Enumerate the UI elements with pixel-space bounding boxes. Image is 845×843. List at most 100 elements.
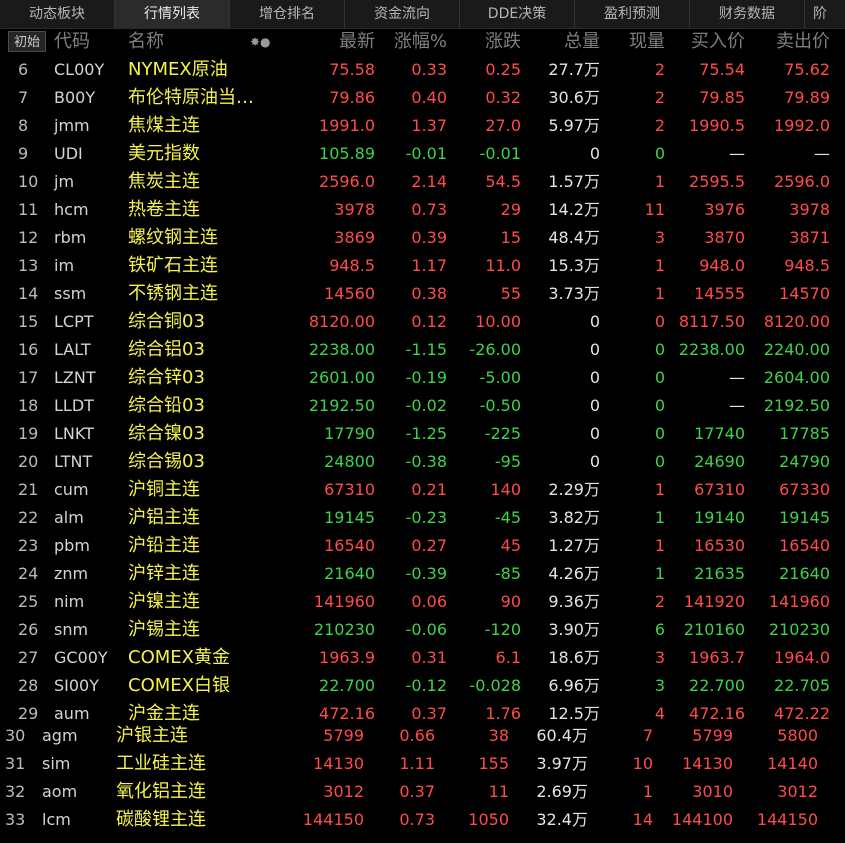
cell-pct: -0.01	[405, 144, 447, 163]
cell-bid: —	[729, 396, 745, 415]
cell-last: 79.86	[329, 88, 375, 107]
cell-code: im	[54, 256, 75, 275]
table-row[interactable]: 30 agm 沪银主连 5799 0.66 38 60.4万 7 5799 5800	[0, 722, 845, 750]
table-row[interactable]: 10 jm 焦炭主连 2596.0 2.14 54.5 1.57万 1 2595.5 2596.0	[0, 168, 845, 196]
cell-last: 67310	[324, 480, 375, 499]
cell-pct: 0.38	[411, 284, 447, 303]
table-row[interactable]: 33 lcm 碳酸锂主连 144150 0.73 1050 32.4万 14 144100 144…	[0, 806, 845, 834]
cell-pct: 0.37	[399, 782, 435, 801]
cell-volume: 9.36万	[548, 592, 600, 611]
table-row[interactable]: 22 alm 沪铝主连 19145 -0.23 -45 3.82万 1 19140 19145	[0, 504, 845, 532]
cell-name: 综合锡03	[128, 451, 205, 472]
tab-2[interactable]: 增仓排名	[230, 0, 345, 28]
cell-bid: 14130	[682, 754, 733, 773]
col-volume-header[interactable]: 总量	[564, 29, 600, 55]
cell-bid: 1963.7	[689, 648, 745, 667]
table-row[interactable]: 12 rbm 螺纹钢主连 3869 0.39 15 48.4万 3 3870 3871	[0, 224, 845, 252]
tab-6[interactable]: 财务数据	[690, 0, 805, 28]
quote-table-overlay: 30 agm 沪银主连 5799 0.66 38 60.4万 7 5799 5800 31 sim 工业…	[0, 722, 845, 843]
table-row[interactable]: 16 LALT 综合铝03 2238.00 -1.15 -26.00 0 0 2238.00 22…	[0, 336, 845, 364]
cell-cur: 2	[654, 60, 665, 79]
cell-code: LTNT	[54, 452, 93, 471]
cell-pct: 0.40	[411, 88, 447, 107]
cell-name: 热卷主连	[128, 199, 200, 220]
table-row[interactable]: 11 hcm 热卷主连 3978 0.73 29 14.2万 11 3976 3978	[0, 196, 845, 224]
tab-1[interactable]: 行情列表	[115, 0, 230, 28]
cell-code: LZNT	[54, 368, 96, 387]
cell-volume: 4.26万	[548, 564, 600, 583]
table-row[interactable]: 26 snm 沪锡主连 210230 -0.06 -120 3.90万 6 210160 2102…	[0, 616, 845, 644]
col-name-header[interactable]: 名称	[128, 29, 164, 55]
cell-cur: 3	[654, 676, 665, 695]
cell-last: 141960	[313, 592, 375, 611]
tab-4[interactable]: DDE决策	[460, 0, 575, 28]
cell-code: sim	[42, 754, 71, 773]
tab-3[interactable]: 资金流向	[345, 0, 460, 28]
table-row[interactable]: 18 LLDT 综合铅03 2192.50 -0.02 -0.50 0 0 — 2192.50	[0, 392, 845, 420]
cell-ask: —	[814, 144, 830, 163]
tab-7[interactable]: 阶	[805, 0, 845, 28]
cell-ask: 5800	[777, 726, 818, 745]
table-row[interactable]: 32 aom 氧化铝主连 3012 0.37 11 2.69万 1 3010 3012	[0, 778, 845, 806]
cell-bid: 3976	[704, 200, 745, 219]
cell-last: 14560	[324, 284, 375, 303]
cell-volume: 27.7万	[548, 60, 600, 79]
col-change-header[interactable]: 涨跌	[485, 29, 521, 55]
table-row[interactable]: 8 jmm 焦煤主连 1991.0 1.37 27.0 5.97万 2 1990.5 1992.0	[0, 112, 845, 140]
cell-name: 综合铝03	[128, 339, 205, 360]
cell-pct: -0.38	[405, 452, 447, 471]
cell-bid: 2595.5	[689, 172, 745, 191]
cell-cur: 1	[642, 782, 653, 801]
cell-cur: 2	[654, 116, 665, 135]
col-pct-header[interactable]: 涨幅%	[394, 29, 447, 55]
cell-code: cum	[54, 480, 89, 499]
cell-volume: 0	[589, 424, 600, 443]
cell-bid: 3010	[692, 782, 733, 801]
tab-5[interactable]: 盈利预测	[575, 0, 690, 28]
col-last-header[interactable]: 最新	[339, 29, 375, 55]
table-row[interactable]: 24 znm 沪锌主连 21640 -0.39 -85 4.26万 1 21635 21640	[0, 560, 845, 588]
table-row[interactable]: 23 pbm 沪铅主连 16540 0.27 45 1.27万 1 16530 16540	[0, 532, 845, 560]
cell-idx: 31	[5, 754, 26, 773]
table-row[interactable]: 7 B00Y 布伦特原油当… 79.86 0.40 0.32 30.6万 2 79.85 79.8…	[0, 84, 845, 112]
cell-name: 综合铅03	[128, 395, 205, 416]
cell-name: 沪铝主连	[128, 507, 200, 528]
cell-pct: 0.06	[411, 592, 447, 611]
cell-idx: 21	[18, 480, 39, 499]
col-cur-header[interactable]: 现量	[629, 29, 665, 55]
cell-name: 美元指数	[128, 143, 200, 164]
table-row[interactable]: 15 LCPT 综合铜03 8120.00 0.12 10.00 0 0 8117.50 8120…	[0, 308, 845, 336]
cell-change: -0.028	[469, 676, 521, 695]
cell-name: 铁矿石主连	[128, 255, 218, 276]
cell-name: 沪锌主连	[128, 563, 200, 584]
table-row[interactable]: 28 SI00Y COMEX白银 22.700 -0.12 -0.028 6.96万 3 22.…	[0, 672, 845, 700]
table-row[interactable]: 6 CL00Y NYMEX原油 75.58 0.33 0.25 27.7万 2 75.54 75.…	[0, 56, 845, 84]
table-row[interactable]: 20 LTNT 综合锡03 24800 -0.38 -95 0 0 24690 24790	[0, 448, 845, 476]
cell-code: hcm	[54, 200, 89, 219]
table-row[interactable]: 9 UDI 美元指数 105.89 -0.01 -0.01 0 0 — —	[0, 140, 845, 168]
cell-pct: 1.17	[411, 256, 447, 275]
cell-cur: 1	[654, 536, 665, 555]
table-row[interactable]: 21 cum 沪铜主连 67310 0.21 140 2.29万 1 67310 67330	[0, 476, 845, 504]
col-ask-header[interactable]: 卖出价	[776, 29, 830, 55]
cell-change: 11	[488, 782, 509, 801]
cell-pct: -0.19	[405, 368, 447, 387]
col-code-header[interactable]: 代码	[54, 29, 90, 55]
column-header-row: 代码 名称 ✸● 最新 涨幅% 涨跌 总量 现量 买入价 卖出价	[0, 29, 845, 55]
cell-last: 22.700	[319, 676, 375, 695]
col-bid-header[interactable]: 买入价	[691, 29, 745, 55]
table-row[interactable]: 14 ssm 不锈钢主连 14560 0.38 55 3.73万 1 14555 14570	[0, 280, 845, 308]
cell-name: 焦煤主连	[128, 115, 200, 136]
cell-idx: 9	[18, 144, 29, 163]
table-row[interactable]: 31 sim 工业硅主连 14130 1.11 155 3.97万 10 14130 14140	[0, 750, 845, 778]
cell-pct: 0.31	[411, 648, 447, 667]
table-row[interactable]: 19 LNKT 综合镍03 17790 -1.25 -225 0 0 17740 17785	[0, 420, 845, 448]
table-row[interactable]: 25 nim 沪镍主连 141960 0.06 90 9.36万 2 141920 141960	[0, 588, 845, 616]
cell-cur: 2	[654, 592, 665, 611]
table-row[interactable]: 13 im 铁矿石主连 948.5 1.17 11.0 15.3万 1 948.0 948.5	[0, 252, 845, 280]
table-row[interactable]: 27 GC00Y COMEX黄金 1963.9 0.31 6.1 18.6万 3 1963.7 1…	[0, 644, 845, 672]
cell-pct: -1.25	[405, 424, 447, 443]
table-row[interactable]: 17 LZNT 综合锌03 2601.00 -0.19 -5.00 0 0 — 2604.00	[0, 364, 845, 392]
sort-settings-icon[interactable]: ✸●	[250, 29, 271, 55]
tab-0[interactable]: 动态板块	[0, 0, 115, 28]
